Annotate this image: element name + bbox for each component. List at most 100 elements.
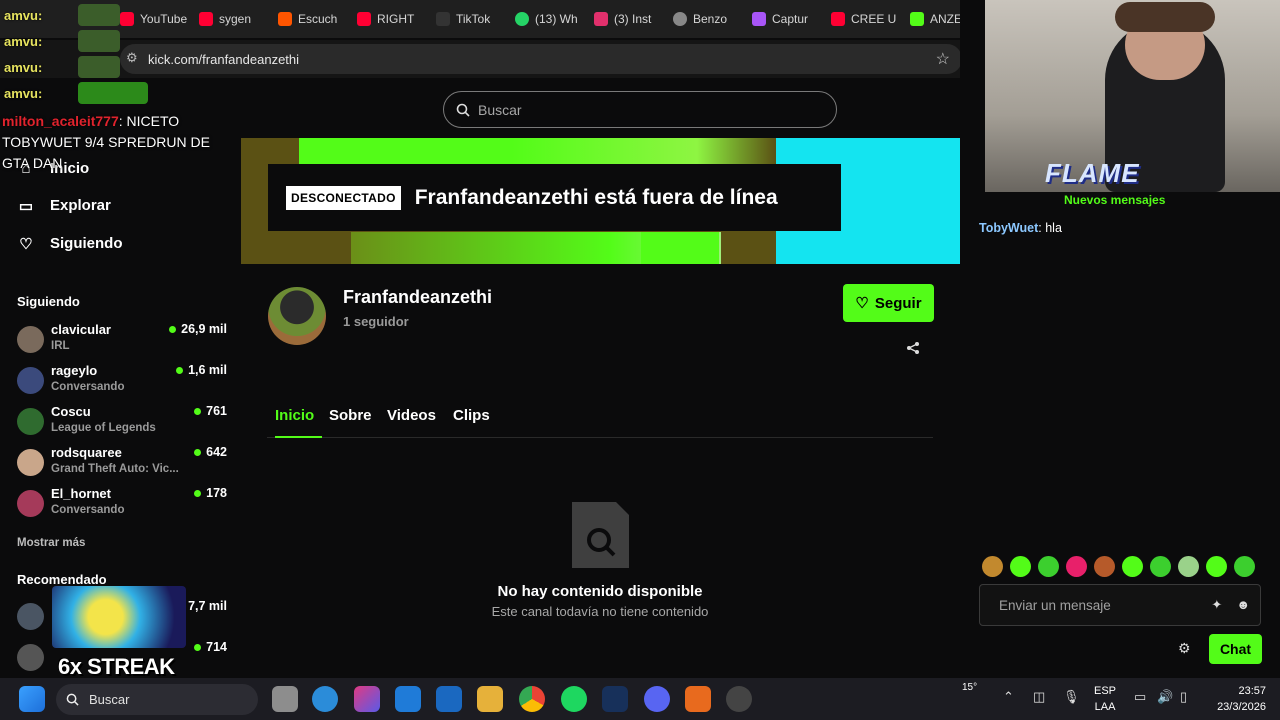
search-icon (66, 693, 79, 706)
chevron-up-icon[interactable]: ⌃ (1003, 689, 1014, 705)
search-icon (456, 103, 470, 117)
bookmark-tiktok[interactable]: TikTok (436, 12, 511, 26)
search-input[interactable]: Buscar (443, 91, 837, 128)
youtube-icon (357, 12, 371, 26)
following-title: Siguiendo (17, 294, 80, 309)
channel-tabs: Inicio Sobre Videos Clips (267, 405, 933, 438)
gear-icon[interactable]: ⚙ (1178, 640, 1191, 657)
stream-chat-overlay: amvu: amvu: amvu: amvu: milton_acaleit77… (0, 0, 240, 175)
chat-message: TobyWuet: hla (979, 221, 1062, 235)
bookmark-soundcloud[interactable]: Escuch (278, 12, 353, 26)
clock[interactable]: 23:57 23/3/2026 (1217, 683, 1266, 715)
file-explorer-icon[interactable] (272, 686, 298, 712)
network-icon[interactable]: ▭ (1134, 689, 1146, 705)
store-icon[interactable] (395, 686, 421, 712)
openai-icon (673, 12, 687, 26)
tiktok-icon (436, 12, 450, 26)
windows-start-icon[interactable] (19, 686, 45, 712)
offline-notice: DESCONECTADO Franfandeanzethi está fuera… (268, 164, 841, 231)
tab-about[interactable]: Sobre (329, 407, 372, 424)
tab-home[interactable]: Inicio (275, 407, 314, 424)
chrome-icon[interactable] (519, 686, 545, 712)
folder-icon[interactable] (477, 686, 503, 712)
channel-name: Franfandeanzethi (343, 287, 493, 307)
volume-icon[interactable]: 🔊 (1157, 689, 1173, 705)
show-more-link[interactable]: Mostrar más (17, 537, 85, 549)
streak-image (52, 586, 186, 648)
live-dot (194, 489, 202, 497)
empty-subtitle: Este canal todavía no tiene contenido (491, 604, 709, 619)
chat-username[interactable]: TobyWuet (979, 221, 1038, 235)
emote[interactable] (1178, 556, 1199, 577)
channel-avatar[interactable] (268, 287, 326, 345)
spotify-icon[interactable] (561, 686, 587, 712)
new-messages-indicator[interactable]: Nuevos mensajes (1064, 193, 1165, 207)
bookmark-instagram[interactable]: (3) Inst (594, 12, 669, 26)
taskbar-search[interactable]: Buscar (56, 684, 258, 715)
tray-icon[interactable]: ◫ (1033, 689, 1045, 705)
star-icon[interactable]: ☆ (936, 49, 950, 69)
copilot-icon[interactable] (354, 686, 380, 712)
emote[interactable] (1038, 556, 1059, 577)
weather-widget[interactable]: 15° (962, 682, 977, 693)
fl-studio-icon[interactable] (685, 686, 711, 712)
nav-following[interactable]: ♡ Siguiendo (18, 235, 122, 253)
channel-item[interactable]: Coscu League of Legends 761 (17, 404, 227, 440)
empty-title: No hay contenido disponible (497, 583, 703, 600)
avatar (17, 644, 44, 671)
emoji-icon[interactable]: ☻ (1236, 597, 1250, 613)
channel-item[interactable]: rageylo Conversando 1,6 mil (17, 363, 227, 399)
soundcloud-icon (278, 12, 292, 26)
share-icon[interactable] (906, 341, 920, 358)
streak-overlay: 6x STREAK (52, 586, 186, 679)
viewer-count: 1,6 mil (176, 363, 227, 377)
emote[interactable] (1094, 556, 1115, 577)
avatar (17, 326, 44, 353)
emote[interactable] (1122, 556, 1143, 577)
emote[interactable] (1150, 556, 1171, 577)
obs-icon[interactable] (726, 686, 752, 712)
language-indicator[interactable]: ESP LAA (1094, 683, 1116, 715)
overlay-message: milton_acaleit777: NICETO TOBYWUET 9/4 S… (2, 113, 210, 171)
bookmark-benzo[interactable]: Benzo (673, 12, 748, 26)
youtube-icon (831, 12, 845, 26)
emote[interactable] (1010, 556, 1031, 577)
channel-item[interactable]: clavicular IRL 26,9 mil (17, 322, 227, 358)
flame-logo: FLAME (1045, 158, 1140, 188)
follow-button[interactable]: ♡ Seguir (843, 284, 934, 322)
avatar (17, 367, 44, 394)
emote[interactable] (1234, 556, 1255, 577)
outlook-icon[interactable] (436, 686, 462, 712)
url-field[interactable]: ⚙ kick.com/franfandeanzethi ☆ (120, 44, 962, 74)
emote[interactable] (1066, 556, 1087, 577)
tab-clips[interactable]: Clips (453, 407, 490, 424)
emote[interactable] (1206, 556, 1227, 577)
explore-icon: ▭ (18, 197, 34, 215)
battery-icon[interactable]: ▯ (1180, 689, 1187, 705)
channel-item[interactable]: rodsquaree Grand Theft Auto: Vic... 642 (17, 445, 227, 481)
nav-explore[interactable]: ▭ Explorar (18, 197, 111, 215)
bookmark-right[interactable]: RIGHT (357, 12, 432, 26)
live-dot (169, 325, 177, 333)
overlay-chat-user: amvu: (4, 86, 43, 101)
tab-videos[interactable]: Videos (387, 407, 436, 424)
edge-icon[interactable] (312, 686, 338, 712)
steam-icon[interactable] (602, 686, 628, 712)
bookmark-captura[interactable]: Captur (752, 12, 827, 26)
kick-icon (910, 12, 924, 26)
empty-search-icon (572, 502, 629, 568)
channel-item[interactable]: El_hornet Conversando 178 (17, 486, 227, 522)
live-dot (194, 407, 202, 415)
chat-text: hla (1045, 221, 1062, 235)
chat-input[interactable]: Enviar un mensaje ✦ ☻ (979, 584, 1261, 626)
bookmark-cree[interactable]: CREE U (831, 12, 906, 26)
overlay-emote (78, 30, 120, 52)
kick-emote-icon[interactable]: ✦ (1211, 597, 1222, 613)
microphone-icon[interactable]: 🎙 (1063, 689, 1080, 705)
chat-send-button[interactable]: Chat (1209, 634, 1262, 664)
bookmark-whatsapp[interactable]: (13) Wh (515, 12, 590, 26)
whatsapp-icon (515, 12, 529, 26)
discord-icon[interactable] (644, 686, 670, 712)
heart-icon: ♡ (19, 235, 33, 253)
emote[interactable] (982, 556, 1003, 577)
